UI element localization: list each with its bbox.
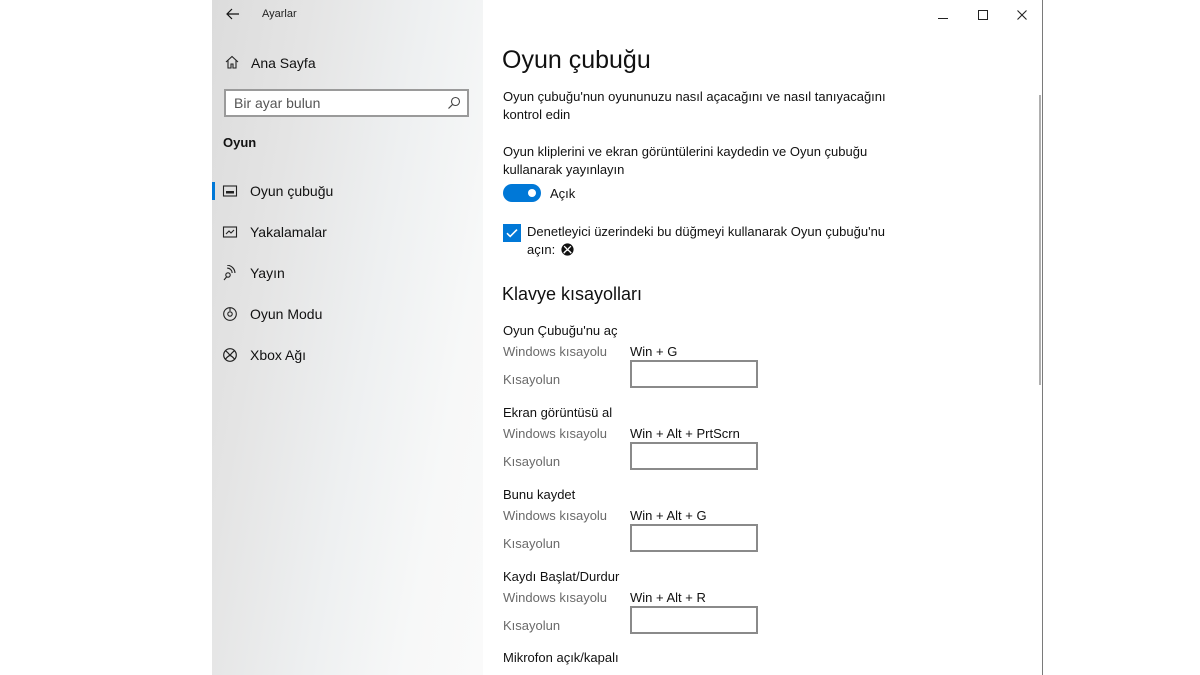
sidebar-item-game-mode[interactable]: Oyun Modu (212, 299, 483, 329)
shortcut-group: Oyun Çubuğu'nu aç Windows kısayolu Win +… (503, 323, 903, 403)
title-bar: Ayarlar (212, 0, 483, 30)
game-mode-icon (223, 307, 237, 321)
windows-shortcut-value: Win + Alt + G (630, 508, 707, 523)
app-title: Ayarlar (262, 8, 297, 20)
xbox-icon (223, 348, 237, 362)
back-button[interactable] (222, 4, 244, 24)
maximize-icon (978, 10, 988, 20)
shortcut-title: Mikrofon açık/kapalı (503, 650, 619, 665)
custom-shortcut-label: Kısayolun (503, 372, 561, 387)
minimize-button[interactable] (928, 4, 958, 26)
sidebar-item-home[interactable]: Ana Sayfa (212, 50, 483, 76)
shortcut-title: Ekran görüntüsü al (503, 405, 613, 420)
settings-window: Ayarlar Ana Sayfa Oyun Oyun çubuğu (212, 0, 1042, 675)
windows-shortcut-label: Windows kısayolu (503, 508, 608, 523)
toggle-state-label: Açık (550, 186, 576, 201)
home-icon (225, 55, 239, 69)
shortcut-group: Mikrofon açık/kapalı (503, 650, 903, 675)
checkbox-label-text: Denetleyici üzerindeki bu düğmeyi kullan… (527, 224, 886, 257)
sidebar-item-broadcast[interactable]: Yayın (212, 258, 483, 288)
windows-shortcut-label: Windows kısayolu (503, 344, 608, 359)
game-bar-toggle[interactable] (503, 184, 541, 202)
keyboard-shortcuts-heading: Klavye kısayolları (502, 284, 643, 304)
close-icon (1017, 10, 1027, 20)
sidebar-item-label: Oyun Modu (250, 306, 323, 322)
custom-shortcut-input[interactable] (630, 360, 758, 388)
search-icon[interactable] (447, 96, 461, 110)
controller-checkbox[interactable] (503, 224, 521, 242)
checkmark-icon (506, 229, 518, 238)
custom-shortcut-label: Kısayolun (503, 618, 561, 633)
custom-shortcut-label: Kısayolun (503, 454, 561, 469)
shortcut-group: Ekran görüntüsü al Windows kısayolu Win … (503, 405, 903, 485)
windows-shortcut-value: Win + G (630, 344, 678, 359)
search-input[interactable] (226, 91, 444, 115)
sidebar-item-label: Xbox Ağı (250, 347, 307, 363)
page-description: Oyun çubuğu'nun oyununuzu nasıl açacağın… (503, 89, 886, 122)
search-box[interactable] (224, 89, 469, 117)
game-bar-icon (222, 185, 238, 197)
shortcut-title: Bunu kaydet (503, 487, 576, 502)
shortcut-group: Kaydı Başlat/Durdur Windows kısayolu Win… (503, 569, 903, 649)
controller-checkbox-label: Denetleyici üzerindeki bu düğmeyi kullan… (527, 223, 897, 259)
windows-shortcut-value: Win + Alt + R (630, 590, 706, 605)
broadcast-icon (223, 265, 236, 281)
back-arrow-icon (226, 8, 239, 20)
windows-shortcut-label: Windows kısayolu (503, 590, 608, 605)
custom-shortcut-label: Kısayolun (503, 536, 561, 551)
home-label: Ana Sayfa (251, 55, 316, 71)
xbox-button-icon (561, 243, 574, 256)
windows-shortcut-label: Windows kısayolu (503, 426, 608, 441)
page-title: Oyun çubuğu (502, 46, 651, 74)
custom-shortcut-input[interactable] (630, 524, 758, 552)
sidebar-item-label: Yakalamalar (250, 224, 327, 240)
shortcut-title: Oyun Çubuğu'nu aç (503, 323, 618, 338)
captures-icon (222, 226, 238, 238)
maximize-button[interactable] (968, 4, 998, 26)
sidebar-item-xbox-network[interactable]: Xbox Ağı (212, 340, 483, 370)
custom-shortcut-input[interactable] (630, 442, 758, 470)
close-button[interactable] (1007, 4, 1037, 26)
sidebar-item-label: Oyun çubuğu (250, 183, 334, 199)
shortcut-title: Kaydı Başlat/Durdur (503, 569, 620, 584)
window-border (1042, 0, 1043, 675)
sidebar: Ayarlar Ana Sayfa Oyun Oyun çubuğu (212, 0, 483, 675)
minimize-icon (938, 18, 948, 19)
content-pane: Oyun çubuğu Oyun çubuğu'nun oyununuzu na… (483, 0, 1042, 675)
sidebar-item-captures[interactable]: Yakalamalar (212, 217, 483, 247)
toggle-knob (528, 189, 536, 197)
sidebar-section-title: Oyun (223, 135, 257, 150)
sidebar-item-label: Yayın (250, 265, 285, 281)
shortcut-group: Bunu kaydet Windows kısayolu Win + Alt +… (503, 487, 903, 567)
scrollbar[interactable] (1039, 95, 1041, 385)
record-description: Oyun kliplerini ve ekran görüntülerini k… (503, 144, 868, 177)
windows-shortcut-value: Win + Alt + PrtScrn (630, 426, 740, 441)
custom-shortcut-input[interactable] (630, 606, 758, 634)
sidebar-item-game-bar[interactable]: Oyun çubuğu (212, 176, 483, 206)
